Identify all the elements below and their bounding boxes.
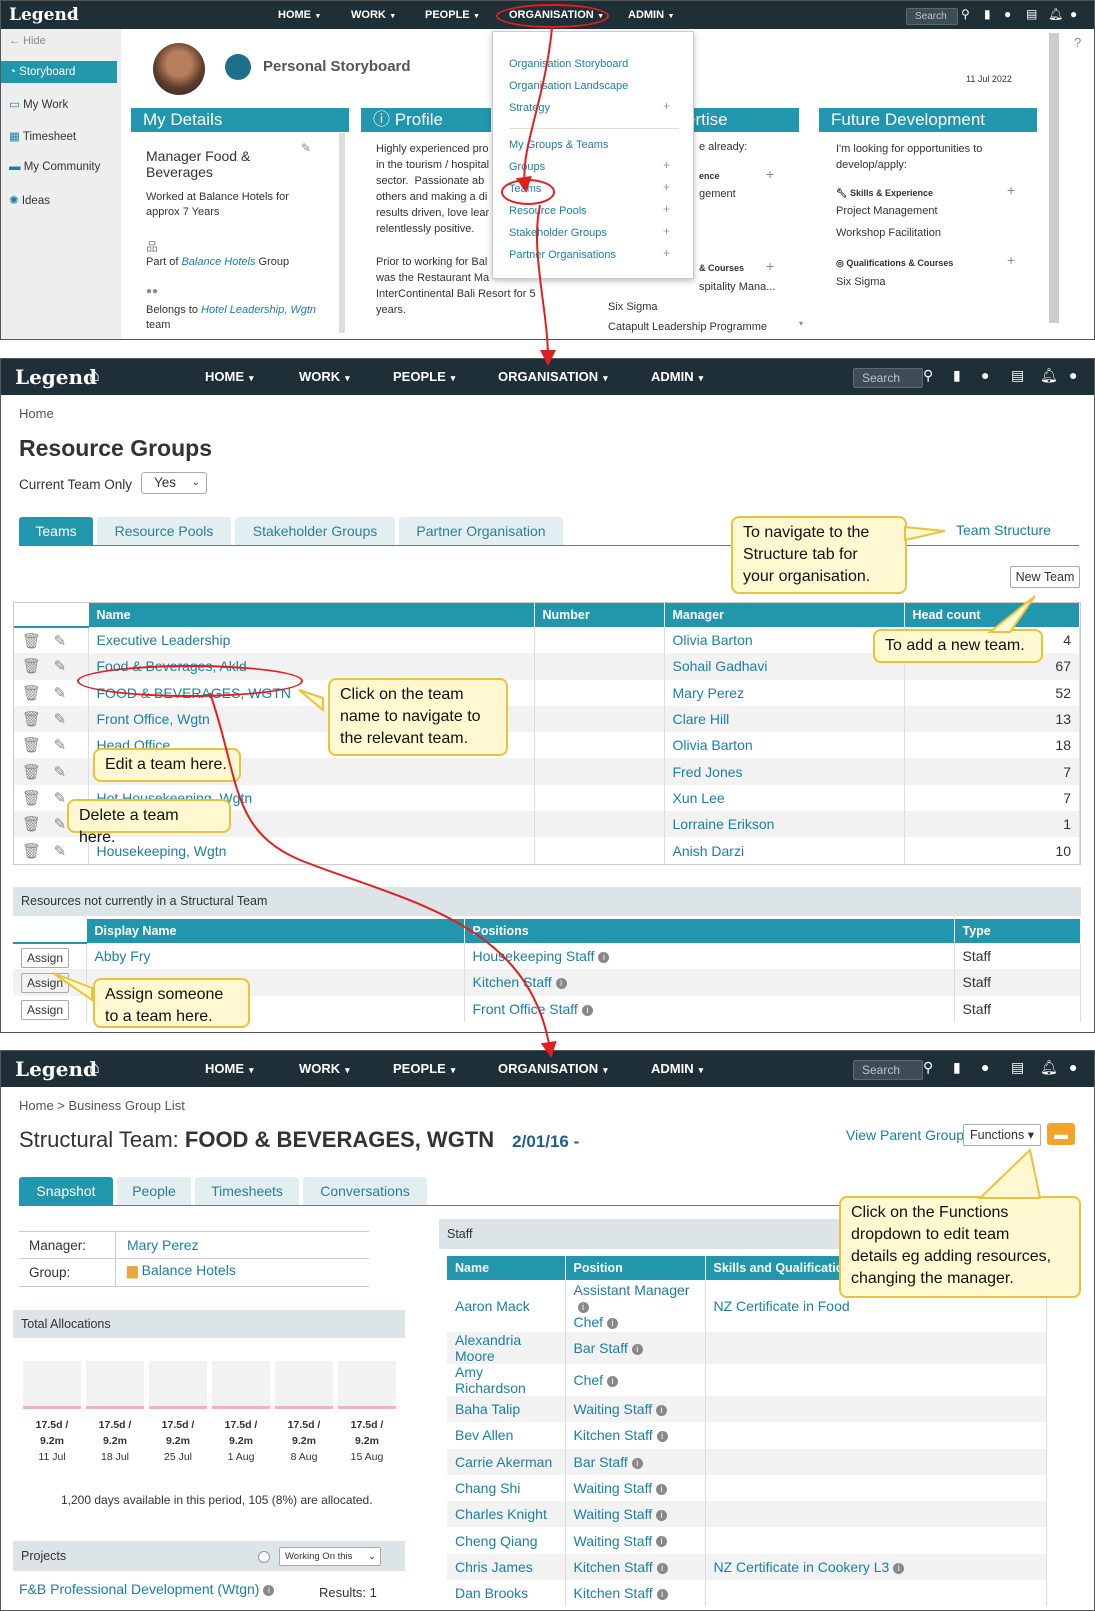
annotation-arrows	[52, 27, 1042, 1199]
